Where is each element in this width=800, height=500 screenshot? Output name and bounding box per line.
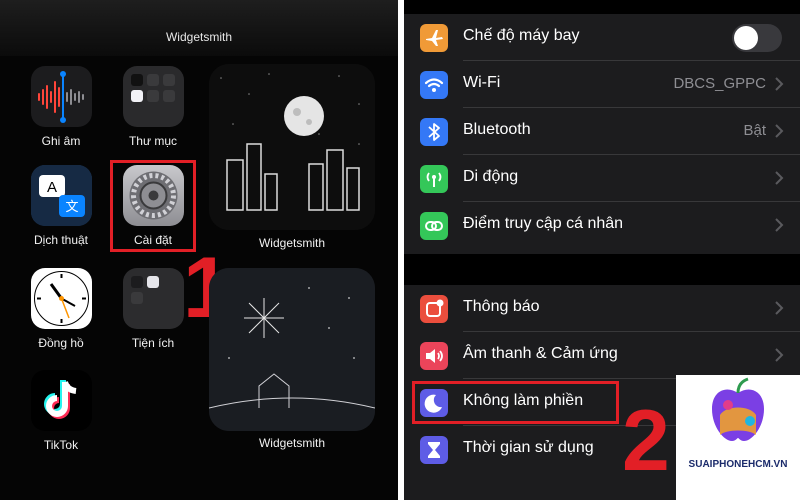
chevron-right-icon — [775, 77, 784, 91]
voice-memos-icon — [31, 66, 92, 127]
settings-highlight-box — [110, 160, 196, 252]
row-label: Wi-Fi — [463, 74, 501, 91]
settings-row-notifications[interactable]: Thông báo — [404, 285, 800, 332]
watermark-logo: SUAIPHONEHCM.VN — [676, 375, 800, 500]
wifi-icon — [420, 71, 448, 99]
speaker-icon — [420, 342, 448, 370]
home-screen: Widgetsmith Ghi âm Thư mục A 文 Dịch thuậ… — [0, 0, 398, 500]
apple-book-logo-icon — [712, 377, 764, 441]
svg-text:A: A — [47, 179, 57, 196]
row-label: Thông báo — [463, 298, 540, 315]
row-label: Di động — [463, 168, 519, 185]
settings-row-cellular[interactable]: Di động — [404, 155, 800, 202]
widgetsmith-nativity-widget[interactable] — [209, 268, 375, 431]
step-number-2: 2 — [622, 393, 670, 489]
watermark-text: SUAIPHONEHCM.VN — [688, 459, 788, 470]
folder-icon — [123, 66, 184, 127]
settings-group-connectivity: Chế độ máy bay Wi-Fi DBCS_GPPC Bluetooth… — [404, 14, 800, 254]
app-label: Ghi âm — [41, 134, 81, 148]
nativity-illustration — [209, 268, 375, 431]
city-night-illustration — [209, 64, 375, 230]
settings-row-bluetooth[interactable]: Bluetooth Bật — [404, 108, 800, 155]
translate-icon: A 文 — [31, 165, 92, 226]
hourglass-icon — [420, 436, 448, 464]
row-label: Bluetooth — [463, 121, 531, 138]
row-label: Thời gian sử dụng — [463, 439, 594, 456]
app-label: Dịch thuật — [33, 233, 89, 247]
airplane-icon — [420, 24, 448, 52]
chevron-right-icon — [775, 218, 784, 232]
chevron-right-icon — [775, 348, 784, 362]
row-label: Điểm truy cập cá nhân — [463, 215, 624, 232]
settings-row-sounds-haptics[interactable]: Âm thanh & Cảm ứng — [404, 332, 800, 379]
settings-row-wifi[interactable]: Wi-Fi DBCS_GPPC — [404, 61, 800, 108]
app-label: Tiện ích — [131, 336, 175, 350]
bluetooth-status-value: Bật — [743, 122, 766, 139]
tiktok-icon — [31, 370, 92, 431]
toggle-knob — [734, 26, 758, 50]
do-not-disturb-highlight-box — [412, 381, 619, 424]
widget-label: Widgetsmith — [258, 236, 326, 250]
settings-row-airplane-mode[interactable]: Chế độ máy bay — [404, 14, 800, 61]
row-label: Chế độ máy bay — [463, 27, 580, 44]
chevron-right-icon — [775, 124, 784, 138]
hotspot-link-icon — [420, 212, 448, 240]
chevron-right-icon — [775, 171, 784, 185]
airplane-mode-toggle[interactable] — [732, 24, 782, 52]
chevron-right-icon — [775, 301, 784, 315]
top-widget[interactable] — [0, 0, 398, 56]
utilities-folder-icon — [123, 268, 184, 329]
top-widget-label: Widgetsmith — [165, 30, 233, 44]
widget-label: Widgetsmith — [258, 436, 326, 450]
app-label: TikTok — [43, 438, 79, 452]
svg-text:文: 文 — [65, 200, 78, 215]
app-label: Thư mục — [128, 134, 178, 148]
bluetooth-icon — [420, 118, 448, 146]
app-label: Đồng hồ — [38, 336, 84, 350]
clock-icon — [31, 268, 92, 329]
notifications-icon — [420, 295, 448, 323]
row-label: Âm thanh & Cảm ứng — [463, 345, 618, 362]
settings-row-personal-hotspot[interactable]: Điểm truy cập cá nhân — [404, 202, 800, 249]
widgetsmith-city-widget[interactable] — [209, 64, 375, 230]
cellular-antenna-icon — [420, 165, 448, 193]
wifi-network-value: DBCS_GPPC — [673, 75, 766, 92]
